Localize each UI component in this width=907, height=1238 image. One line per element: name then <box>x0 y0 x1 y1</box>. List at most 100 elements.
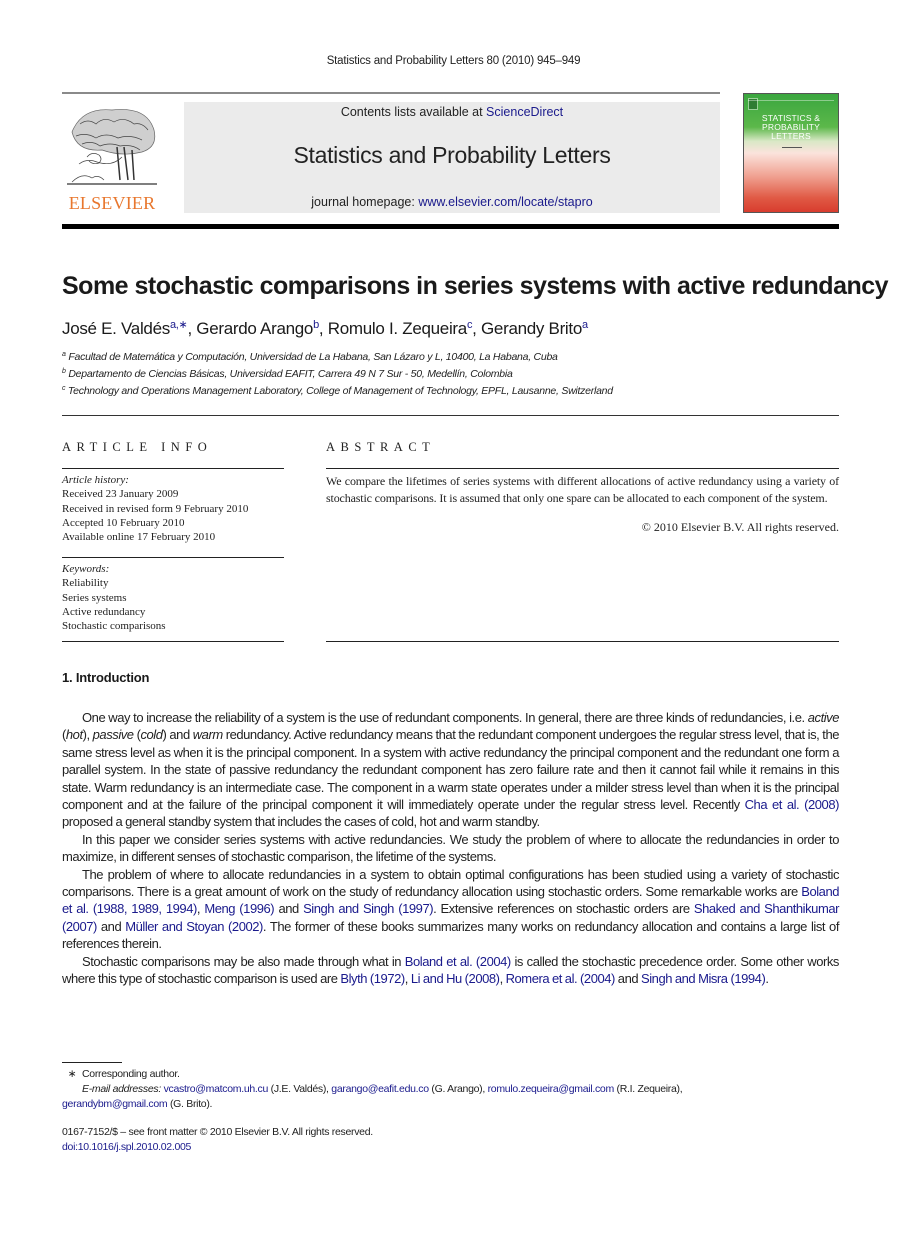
front-matter: 0167-7152/$ – see front matter © 2010 El… <box>62 1126 373 1138</box>
contents-prefix: Contents lists available at <box>340 105 487 119</box>
article-title: Some stochastic comparisons in series sy… <box>62 272 889 300</box>
history-item: Received 23 January 2009 <box>62 488 179 501</box>
abstract-copyright: © 2010 Elsevier B.V. All rights reserved… <box>641 520 839 534</box>
affiliation-marker[interactable]: a,∗ <box>170 319 188 331</box>
footnote-marker: ∗ <box>67 1068 77 1080</box>
footnote-rule <box>62 1062 122 1063</box>
author-separator: , <box>318 319 328 338</box>
keyword: Reliability <box>62 577 109 590</box>
author-name: José E. Valdés <box>62 319 170 338</box>
text: Stochastic comparisons may be also made … <box>82 953 405 969</box>
abstract-bottom-rule <box>326 641 839 642</box>
article-history: Article history: Received 23 January 200… <box>62 473 248 544</box>
email-label: E-mail addresses: <box>82 1083 161 1095</box>
doi-link[interactable]: doi:10.1016/j.spl.2010.02.005 <box>62 1141 191 1153</box>
homepage-prefix: journal homepage: <box>311 195 419 209</box>
citation-link[interactable]: Singh and Misra (1994) <box>641 971 766 986</box>
email-link[interactable]: vcastro@matcom.uh.cu <box>164 1083 269 1095</box>
text: . Extensive references on stochastic ord… <box>433 901 694 917</box>
email-owner: (R.I. Zequeira), <box>613 1083 683 1095</box>
affiliation-text: Departamento de Ciencias Básicas, Univer… <box>68 368 513 380</box>
header-rule <box>62 92 720 94</box>
text: The problem of where to allocate redunda… <box>62 866 839 900</box>
cover-title: STATISTICS & PROBABILITY LETTERS <box>744 114 838 141</box>
history-item: Accepted 10 February 2010 <box>62 516 185 529</box>
article-info-rule <box>62 468 284 469</box>
text: and <box>614 971 641 987</box>
text: proposed a general standby system that i… <box>62 814 540 830</box>
citation-link[interactable]: Blyth (1972) <box>340 971 405 986</box>
author-name: Gerardo Arango <box>196 319 314 338</box>
keyword: Stochastic comparisons <box>62 620 166 633</box>
corresponding-text: Corresponding author. <box>82 1068 180 1080</box>
introduction-body: One way to increase the reliability of a… <box>62 709 839 988</box>
affiliation-text: Technology and Operations Management Lab… <box>67 385 613 397</box>
sciencedirect-link[interactable]: ScienceDirect <box>486 105 563 119</box>
paragraph: One way to increase the reliability of a… <box>62 709 839 831</box>
journal-cover-image[interactable]: STATISTICS & PROBABILITY LETTERS <box>743 93 839 213</box>
homepage-link[interactable]: www.elsevier.com/locate/stapro <box>418 195 592 209</box>
emphasis: warm <box>192 727 223 743</box>
keywords: Keywords: Reliability Series systems Act… <box>62 562 166 633</box>
tree-icon <box>67 109 157 185</box>
history-label: Article history: <box>62 474 129 486</box>
author-name: Romulo I. Zequeira <box>327 319 467 338</box>
citation-link[interactable]: Müller and Stoyan (2002) <box>125 919 263 934</box>
text: . <box>765 971 769 987</box>
text: and <box>274 901 304 917</box>
keyword: Active redundancy <box>62 605 146 618</box>
abstract-rule <box>326 468 839 469</box>
keyword: Series systems <box>62 591 127 604</box>
citation-link[interactable]: Cha et al. (2008) <box>745 797 840 812</box>
section-heading-introduction: 1. Introduction <box>62 670 150 685</box>
journal-masthead: Contents lists available at ScienceDirec… <box>184 102 720 213</box>
citation-link[interactable]: Romera et al. (2004) <box>506 971 616 986</box>
elsevier-logo[interactable]: ELSEVIER <box>62 102 162 214</box>
paragraph: In this paper we consider series systems… <box>62 831 839 865</box>
affiliation-marker[interactable]: a <box>582 319 588 331</box>
citation-link[interactable]: Li and Hu (2008) <box>411 971 500 986</box>
citation-link[interactable]: Meng (1996) <box>204 901 274 916</box>
affiliation-mark: c <box>62 385 66 392</box>
author: Gerandy Britoa <box>481 319 588 338</box>
emphasis: hot <box>65 727 83 743</box>
author: Gerardo Arangob, <box>196 319 327 338</box>
text: One way to increase the reliability of a… <box>82 710 808 725</box>
email-link[interactable]: garango@eafit.edu.co <box>331 1083 429 1095</box>
email-owner: (G. Brito). <box>167 1098 213 1110</box>
email-addresses: E-mail addresses: vcastro@matcom.uh.cu (… <box>62 1082 839 1112</box>
homepage-line: journal homepage: www.elsevier.com/locat… <box>184 195 720 209</box>
author-name: Gerandy Brito <box>481 319 582 338</box>
affiliations-rule <box>62 415 839 416</box>
history-item: Available online 17 February 2010 <box>62 531 216 544</box>
keywords-label: Keywords: <box>62 563 110 575</box>
history-item: Received in revised form 9 February 2010 <box>62 502 249 515</box>
affiliation-text: Facultad de Matemática y Computación, Un… <box>68 351 558 363</box>
text: and <box>96 918 126 934</box>
citation-link[interactable]: Singh and Singh (1997) <box>303 901 433 916</box>
emphasis: passive <box>92 727 134 743</box>
article-info-label: ARTICLE INFO <box>62 440 213 454</box>
affiliation: c Technology and Operations Management L… <box>62 385 613 397</box>
running-head: Statistics and Probability Letters 80 (2… <box>326 55 581 67</box>
affiliation: a Facultad de Matemática y Computación, … <box>62 351 558 363</box>
email-link[interactable]: gerandybm@gmail.com <box>62 1098 168 1110</box>
cover-top-strip <box>748 97 834 101</box>
contents-line: Contents lists available at ScienceDirec… <box>184 105 720 119</box>
citation-link[interactable]: Boland et al. (2004) <box>405 954 511 969</box>
corresponding-author-note: ∗ Corresponding author. <box>62 1067 180 1082</box>
emphasis: active <box>807 710 840 725</box>
author-separator: , <box>187 319 197 338</box>
author: José E. Valdésa,∗, <box>62 319 196 338</box>
abstract-label: ABSTRACT <box>326 440 436 454</box>
masthead-bottom-rule <box>62 224 839 229</box>
email-owner: (J.E. Valdés), <box>268 1083 332 1095</box>
email-link[interactable]: romulo.zequeira@gmail.com <box>488 1083 615 1095</box>
doi-line: doi:10.1016/j.spl.2010.02.005 <box>62 1140 191 1155</box>
info-bottom-rule <box>62 641 284 642</box>
affiliation-mark: a <box>62 351 66 358</box>
author-list: José E. Valdésa,∗, Gerardo Arangob, Romu… <box>62 318 588 339</box>
journal-title: Statistics and Probability Letters <box>293 142 611 168</box>
text: ) and <box>162 727 193 743</box>
emphasis: cold <box>140 727 163 743</box>
